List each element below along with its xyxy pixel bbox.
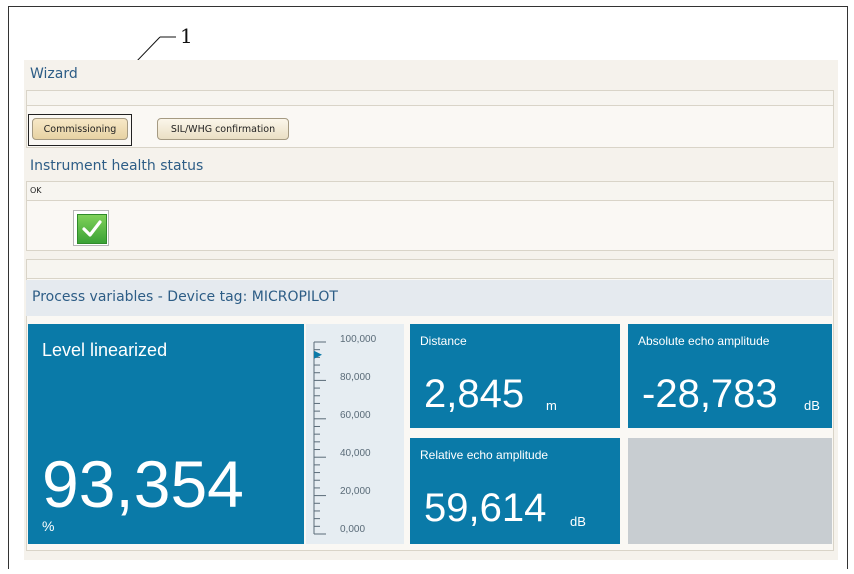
absolute-echo-value: -28,783 [642,372,778,416]
gauge-tick-label: 40,000 [340,448,371,459]
wizard-box [26,90,834,148]
level-gauge [306,324,404,544]
callout-number: 1 [180,24,193,48]
process-variables-header: Process variables - Device tag: MICROPIL… [26,280,832,316]
gauge-tick-label: 80,000 [340,372,371,383]
relative-echo-value: 59,614 [424,486,547,530]
relative-echo-amplitude-tile[interactable]: Relative echo amplitude 59,614 dB [410,438,620,544]
distance-label: Distance [420,334,467,348]
wizard-title: Wizard [30,66,78,82]
distance-unit: m [546,398,557,413]
level-value: 93,354 [42,447,244,521]
health-box [26,181,834,251]
relative-echo-label: Relative echo amplitude [420,448,549,462]
gauge-tick-label: 20,000 [340,486,371,497]
health-status-text: OK [30,186,42,195]
absolute-echo-label: Absolute echo amplitude [638,334,770,348]
level-unit: % [42,518,55,534]
check-icon [73,210,109,246]
process-variables-title: Process variables - Device tag: MICROPIL… [32,289,338,305]
relative-echo-unit: dB [570,514,586,529]
level-linearized-tile[interactable]: Level linearized 93,354 % [28,324,304,544]
wizard-subbar [27,91,833,106]
empty-tile [628,438,832,544]
process-subbar [27,260,833,279]
gauge-tick-label: 60,000 [340,410,371,421]
absolute-echo-amplitude-tile[interactable]: Absolute echo amplitude -28,783 dB [628,324,832,428]
gauge-scale [313,341,326,535]
level-label: Level linearized [42,340,168,360]
distance-tile[interactable]: Distance 2,845 m [410,324,620,428]
sil-whg-confirmation-button[interactable]: SIL/WHG confirmation [157,118,289,140]
gauge-tick-label: 100,000 [340,334,377,345]
health-subbar [27,182,833,201]
absolute-echo-unit: dB [804,398,820,413]
gauge-tick-label: 0,000 [340,524,366,535]
instrument-health-title: Instrument health status [30,158,204,174]
commissioning-button[interactable]: Commissioning [32,118,128,140]
distance-value: 2,845 [424,372,525,416]
